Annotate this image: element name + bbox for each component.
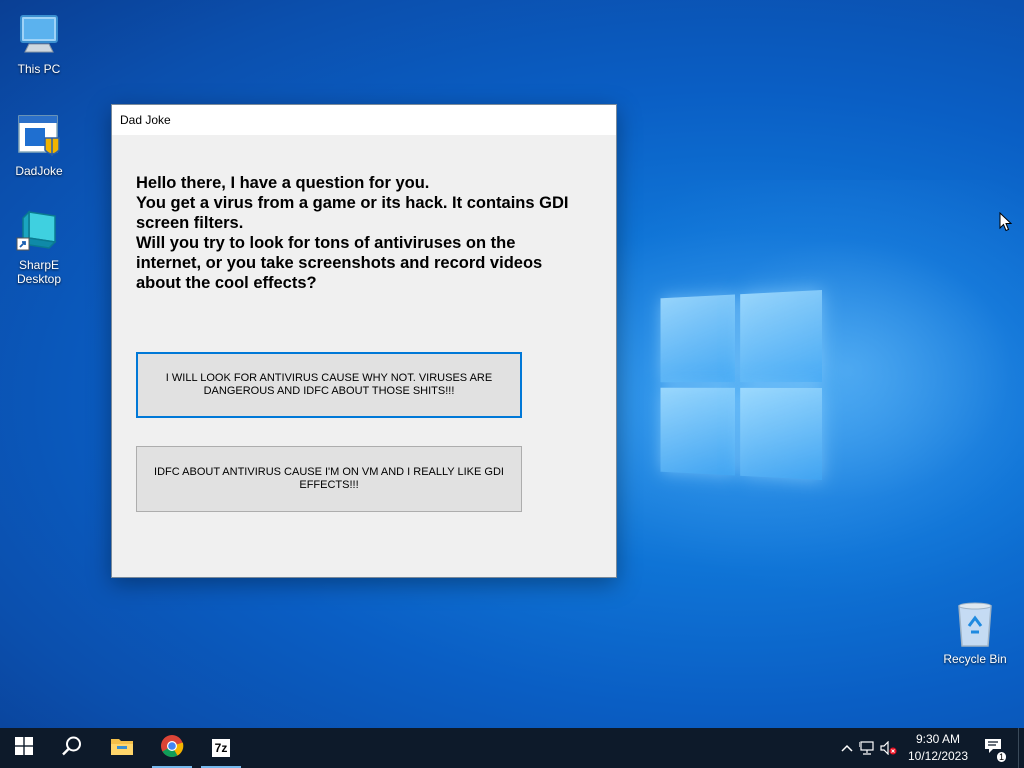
start-icon — [15, 737, 33, 760]
desktop-icon-dadjoke[interactable]: DadJoke — [1, 112, 77, 178]
start-button[interactable] — [0, 728, 48, 768]
gdi-effects-button[interactable]: IDFC ABOUT ANTIVIRUS CAUSE I'M ON VM AND… — [136, 446, 522, 512]
gdi-effects-button-label: IDFC ABOUT ANTIVIRUS CAUSE I'M ON VM AND… — [153, 466, 505, 492]
desktop-icon-label: This PC — [1, 62, 77, 76]
action-center-button[interactable]: 1 — [982, 728, 1004, 768]
chrome-icon — [160, 734, 184, 763]
clock-time: 9:30 AM — [902, 731, 974, 748]
this-pc-icon — [15, 10, 63, 58]
file-explorer-icon — [110, 736, 134, 761]
show-desktop-divider[interactable] — [1018, 728, 1019, 768]
search-button[interactable] — [48, 728, 96, 768]
taskbar: 7z 9:30 AM 10/12/2023 1 — [0, 728, 1024, 768]
desktop-icon-recycle-bin[interactable]: Recycle Bin — [937, 600, 1013, 666]
file-explorer-button[interactable] — [98, 728, 146, 768]
dadjoke-app-icon — [15, 112, 63, 160]
taskbar-clock[interactable]: 9:30 AM 10/12/2023 — [902, 731, 974, 765]
show-hidden-icons-chevron-icon[interactable] — [838, 744, 856, 752]
look-for-antivirus-button-label: I WILL LOOK FOR ANTIVIRUS CAUSE WHY NOT.… — [154, 372, 504, 398]
desktop-icon-label: DadJoke — [1, 164, 77, 178]
network-icon[interactable] — [856, 741, 878, 755]
sharpe-desktop-icon — [15, 206, 63, 254]
notification-icon: 1 — [984, 738, 1002, 759]
notification-count-badge: 1 — [996, 751, 1007, 763]
volume-muted-icon[interactable] — [878, 741, 900, 755]
7zip-icon: 7z — [212, 739, 231, 757]
look-for-antivirus-button[interactable]: I WILL LOOK FOR ANTIVIRUS CAUSE WHY NOT.… — [136, 352, 522, 418]
dad-joke-window: Dad Joke Hello there, I have a question … — [111, 104, 617, 578]
chrome-button[interactable] — [148, 728, 196, 768]
desktop-icon-label: Recycle Bin — [937, 652, 1013, 666]
7zip-button[interactable]: 7z — [197, 728, 245, 768]
recycle-bin-icon — [951, 600, 999, 648]
desktop-icon-label: SharpE Desktop — [1, 258, 77, 286]
desktop-icon-this-pc[interactable]: This PC — [1, 10, 77, 76]
window-titlebar[interactable]: Dad Joke — [112, 105, 616, 135]
search-icon — [61, 735, 83, 762]
system-tray — [838, 728, 900, 768]
mouse-cursor-icon — [999, 212, 1013, 237]
question-text: Hello there, I have a question for you. … — [136, 173, 576, 293]
clock-date: 10/12/2023 — [902, 748, 974, 765]
window-title: Dad Joke — [120, 113, 171, 127]
windows-wallpaper-logo — [661, 290, 822, 480]
desktop-icon-sharpe-desktop[interactable]: SharpE Desktop — [1, 206, 77, 286]
